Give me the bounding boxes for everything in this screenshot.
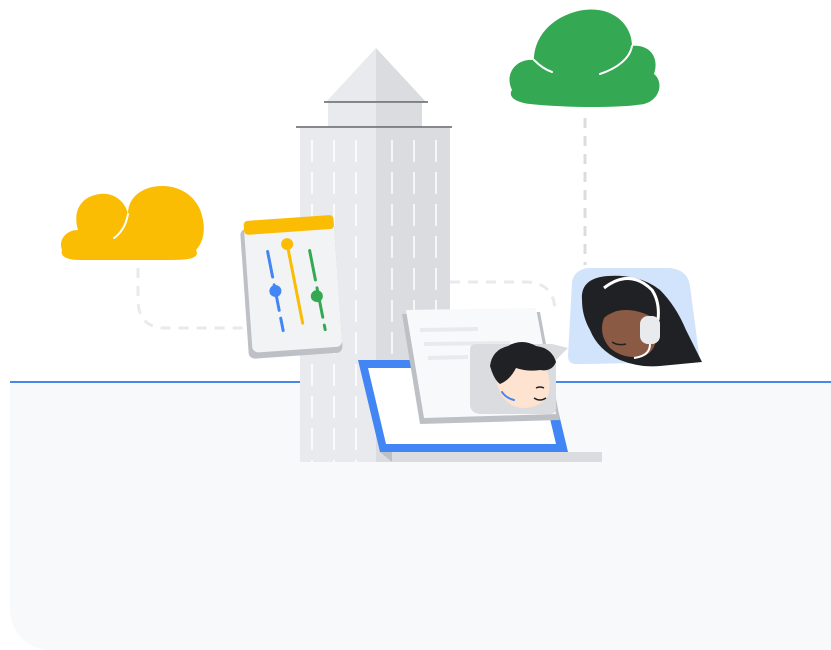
cloud-left-icon xyxy=(60,186,204,260)
chat-card-icon xyxy=(402,308,568,424)
illustration-canvas xyxy=(0,0,831,650)
connector-dash-middle xyxy=(450,280,557,313)
sliders-panel-icon xyxy=(240,215,343,359)
scene-illustration xyxy=(60,9,702,462)
cloud-right-icon xyxy=(509,9,660,107)
support-agent-icon xyxy=(568,268,702,367)
